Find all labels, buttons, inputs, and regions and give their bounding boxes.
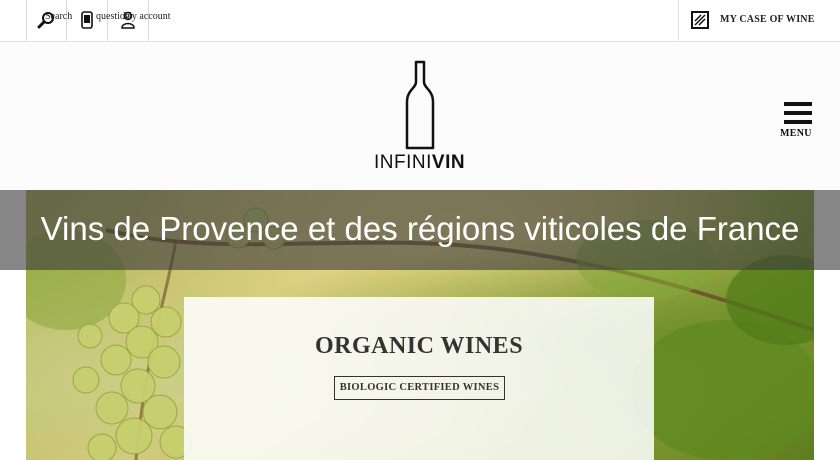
account-label: My account [123, 11, 171, 22]
menu-label: MENU [780, 128, 812, 139]
topbar-divider [678, 0, 679, 41]
promo-title: ORGANIC WINES [314, 333, 524, 359]
page-title-banner: Vins de Provence et des régions viticole… [0, 190, 840, 270]
page-title: Vins de Provence et des régions viticole… [40, 210, 800, 247]
case-of-wine-label: MY CASE OF WINE [720, 14, 815, 25]
phone-icon [81, 11, 93, 29]
wine-bottle-logo-icon [405, 60, 435, 150]
account-link[interactable]: My account [120, 6, 180, 34]
search-label: Search [45, 11, 73, 22]
logo-wordmark-thin: INFINI [374, 152, 432, 173]
topbar-divider [26, 0, 27, 41]
question-link[interactable]: question [80, 6, 130, 34]
biologic-certified-wines-button[interactable]: BIOLOGIC CERTIFIED WINES [334, 376, 505, 400]
search-link[interactable]: Search [36, 6, 76, 34]
hamburger-menu-icon [784, 102, 812, 124]
logo-wordmark: INFINIVIN [374, 152, 465, 174]
case-of-wine-link[interactable]: MY CASE OF WINE [690, 10, 820, 32]
top-bar: Search question My account MY CASE OF WI… [0, 0, 840, 42]
wine-case-icon [691, 11, 709, 29]
promo-box: ORGANIC WINES BIOLOGIC CERTIFIED WINES [184, 297, 654, 460]
logo-wordmark-bold: VIN [431, 152, 466, 173]
